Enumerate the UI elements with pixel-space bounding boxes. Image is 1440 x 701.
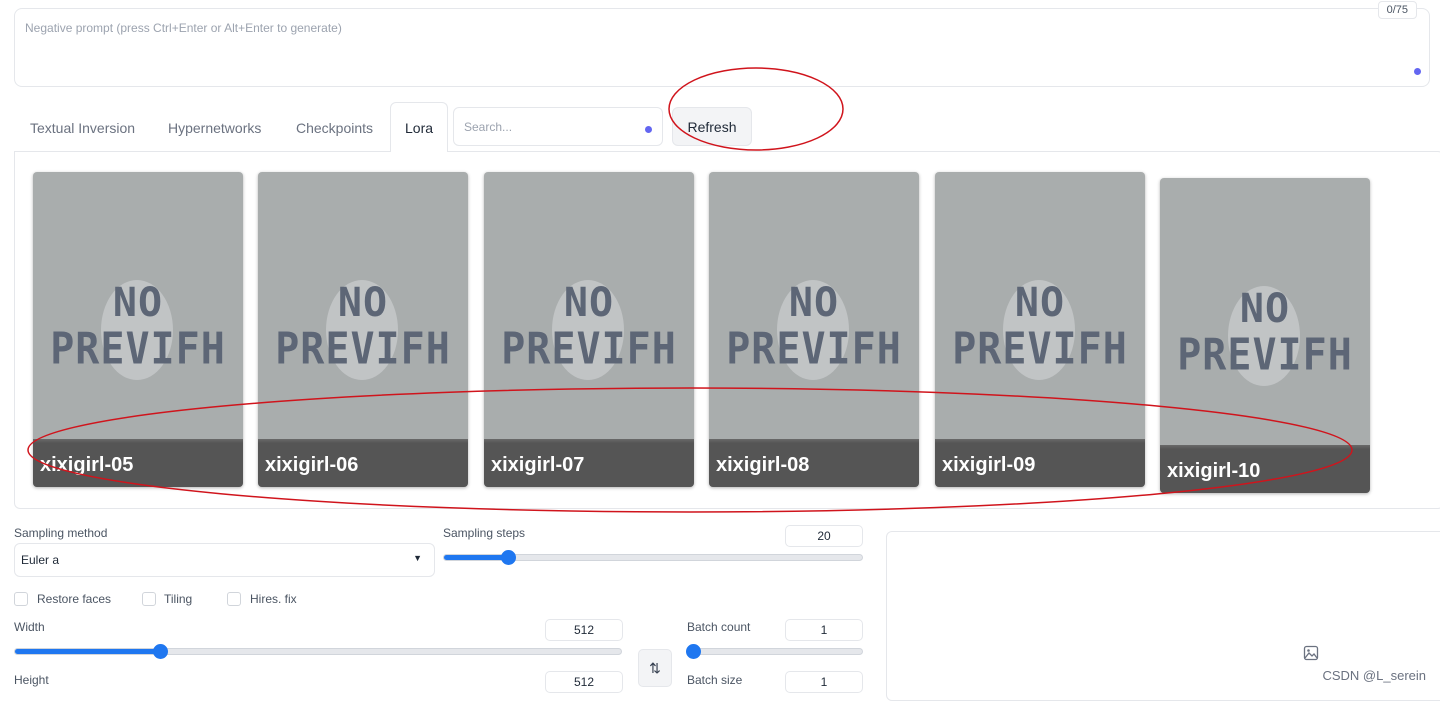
batch-size-label: Batch size — [687, 673, 743, 687]
watermark: CSDN @L_serein — [1322, 668, 1426, 683]
image-placeholder-icon — [1303, 645, 1319, 661]
card-name: xixigirl-07 — [491, 454, 585, 476]
width-input[interactable]: 512 — [545, 619, 623, 641]
tab-hypernetworks[interactable]: Hypernetworks — [168, 110, 261, 152]
width-slider[interactable] — [14, 644, 622, 659]
no-preview-line2: PREVIFH — [726, 323, 902, 375]
dropdown-arrow-icon: ▼ — [413, 553, 422, 563]
sampling-steps-slider[interactable] — [443, 550, 863, 565]
width-label: Width — [14, 620, 45, 634]
tab-checkpoints[interactable]: Checkpoints — [296, 110, 373, 152]
lora-card[interactable]: NO PREVIFH xixigirl-05 — [33, 172, 243, 487]
no-preview-line2: PREVIFH — [501, 323, 677, 375]
no-preview-line1: NO — [1014, 280, 1066, 326]
card-label-band: xixigirl-05 — [33, 439, 243, 487]
status-dot-icon — [645, 126, 652, 133]
batch-count-input[interactable]: 1 — [785, 619, 863, 641]
swap-dimensions-button[interactable]: ⇅ — [638, 649, 672, 687]
no-preview-line2: PREVIFH — [275, 323, 451, 375]
no-preview-line2: PREVIFH — [1177, 329, 1353, 381]
negative-prompt-input[interactable]: Negative prompt (press Ctrl+Enter or Alt… — [14, 1, 1430, 87]
card-label-band: xixigirl-08 — [709, 439, 919, 487]
card-label-band: xixigirl-10 — [1160, 445, 1370, 493]
no-preview-line1: NO — [112, 280, 164, 326]
no-preview-line1: NO — [563, 280, 615, 326]
batch-size-input[interactable]: 1 — [785, 671, 863, 693]
token-counter: 0/75 — [1377, 1, 1417, 19]
card-name: xixigirl-08 — [716, 454, 810, 476]
sampling-method-value: Euler a — [21, 553, 60, 567]
card-label-band: xixigirl-07 — [484, 439, 694, 487]
height-input[interactable]: 512 — [545, 671, 623, 693]
no-preview-line2: PREVIFH — [952, 323, 1128, 375]
negative-prompt-placeholder: Negative prompt (press Ctrl+Enter or Alt… — [25, 21, 342, 35]
lora-card[interactable]: NO PREVIFH xixigirl-10 — [1160, 178, 1370, 493]
lora-card[interactable]: NO PREVIFH xixigirl-08 — [709, 172, 919, 487]
restore-faces-checkbox[interactable] — [14, 592, 28, 606]
card-label-band: xixigirl-09 — [935, 439, 1145, 487]
height-label: Height — [14, 673, 49, 687]
lora-card[interactable]: NO PREVIFH xixigirl-06 — [258, 172, 468, 487]
card-name: xixigirl-09 — [942, 454, 1036, 476]
card-name: xixigirl-06 — [265, 454, 359, 476]
sampling-steps-input[interactable]: 20 — [785, 525, 863, 547]
tiling-label: Tiling — [164, 592, 193, 606]
card-label-band: xixigirl-06 — [258, 439, 468, 487]
no-preview-line1: NO — [337, 280, 389, 326]
batch-count-slider[interactable] — [686, 644, 863, 659]
refresh-button[interactable]: Refresh — [672, 107, 752, 146]
slider-thumb[interactable] — [686, 644, 701, 659]
swap-vertical-icon: ⇅ — [649, 660, 661, 676]
tab-lora[interactable]: Lora — [390, 102, 449, 152]
card-name: xixigirl-10 — [1167, 460, 1261, 482]
tab-textual-inversion[interactable]: Textual Inversion — [30, 110, 135, 152]
slider-thumb[interactable] — [500, 550, 516, 565]
lora-card[interactable]: NO PREVIFH xixigirl-09 — [935, 172, 1145, 487]
card-name: xixigirl-05 — [40, 454, 134, 476]
no-preview-line1: NO — [1239, 286, 1291, 332]
status-dot-icon — [1414, 68, 1421, 75]
search-input[interactable]: Search... — [453, 107, 663, 146]
slider-thumb[interactable] — [152, 644, 168, 659]
batch-count-label: Batch count — [687, 620, 751, 634]
tiling-checkbox[interactable] — [142, 592, 156, 606]
hires-fix-label: Hires. fix — [250, 592, 297, 606]
sampling-method-label: Sampling method — [14, 526, 108, 540]
search-placeholder: Search... — [464, 120, 513, 134]
no-preview-line2: PREVIFH — [50, 323, 226, 375]
restore-faces-label: Restore faces — [37, 592, 112, 606]
no-preview-line1: NO — [788, 280, 840, 326]
lora-card[interactable]: NO PREVIFH xixigirl-07 — [484, 172, 694, 487]
sampling-steps-label: Sampling steps — [443, 526, 526, 540]
sampling-method-select[interactable]: Euler a ▼ — [14, 543, 435, 577]
hires-fix-checkbox[interactable] — [227, 592, 241, 606]
